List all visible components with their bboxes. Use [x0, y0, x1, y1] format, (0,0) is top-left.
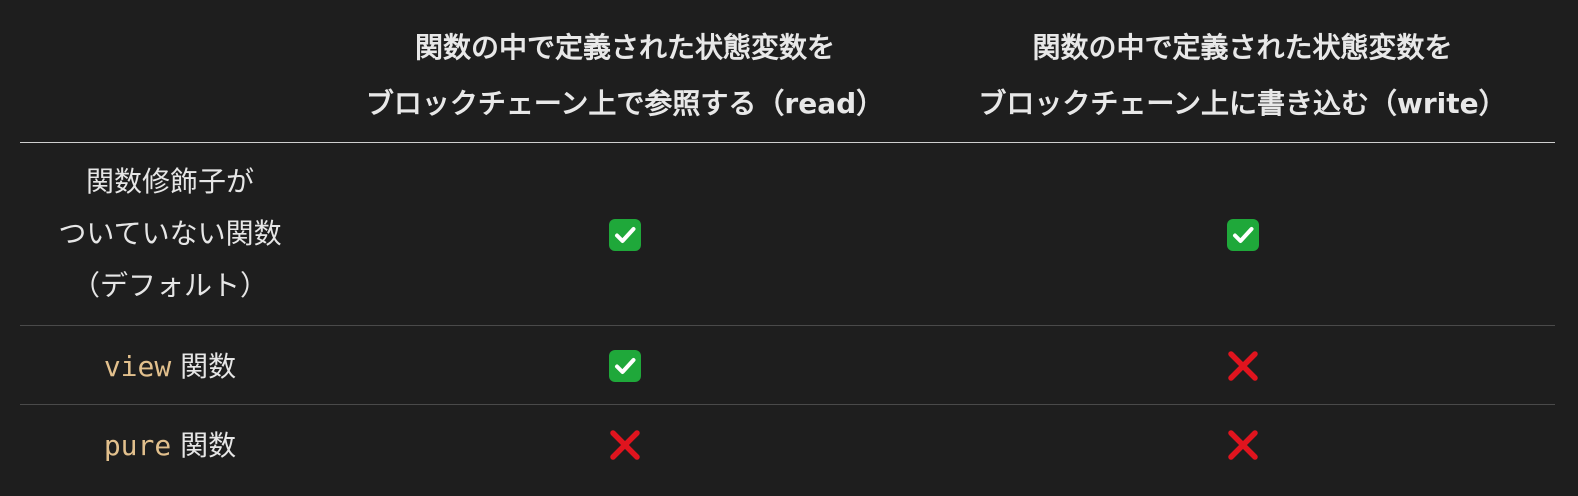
header-read: 関数の中で定義された状態変数を ブロックチェーン上で参照する（read）	[320, 20, 930, 143]
row-label-line1: 関数修飾子が	[85, 165, 254, 198]
check-icon	[609, 219, 641, 251]
header-row: 関数の中で定義された状態変数を ブロックチェーン上で参照する（read） 関数の…	[20, 20, 1555, 143]
row-label-line2: ついていない関数	[58, 217, 282, 250]
table-row-pure: pure 関数	[20, 405, 1555, 484]
header-read-line1: 関数の中で定義された状態変数を	[414, 31, 835, 64]
cell-read	[320, 405, 930, 484]
cross-icon	[608, 428, 642, 462]
cell-write	[930, 325, 1555, 405]
header-empty-cell	[20, 20, 320, 143]
row-label-view: view 関数	[20, 325, 320, 405]
header-read-line2: ブロックチェーン上で参照する（read）	[365, 87, 885, 120]
cross-icon	[1226, 349, 1260, 383]
header-write-line2: ブロックチェーン上に書き込む（write）	[978, 87, 1507, 120]
modifier-comparison-table: 関数の中で定義された状態変数を ブロックチェーン上で参照する（read） 関数の…	[20, 20, 1555, 483]
check-icon	[1226, 219, 1259, 251]
cross-icon	[1226, 428, 1260, 462]
row-label-text: 関数	[171, 350, 237, 383]
row-label-default: 関数修飾子が ついていない関数 （デフォルト）	[20, 142, 320, 326]
cell-write	[930, 405, 1555, 484]
cell-write	[930, 142, 1555, 326]
header-write: 関数の中で定義された状態変数を ブロックチェーン上に書き込む（write）	[930, 20, 1555, 143]
row-label-line3: （デフォルト）	[71, 269, 268, 302]
row-label-text: 関数	[171, 429, 237, 462]
code-view: view	[103, 350, 172, 383]
row-label-pure: pure 関数	[20, 405, 320, 484]
cell-read	[320, 325, 930, 405]
check-icon	[609, 350, 641, 382]
table-row-default: 関数修飾子が ついていない関数 （デフォルト）	[20, 142, 1555, 326]
table-row-view: view 関数	[20, 325, 1555, 405]
code-pure: pure	[103, 429, 172, 462]
cell-read	[320, 142, 930, 326]
header-write-line1: 関数の中で定義された状態変数を	[1032, 31, 1453, 64]
table: 関数の中で定義された状態変数を ブロックチェーン上で参照する（read） 関数の…	[20, 20, 1555, 483]
